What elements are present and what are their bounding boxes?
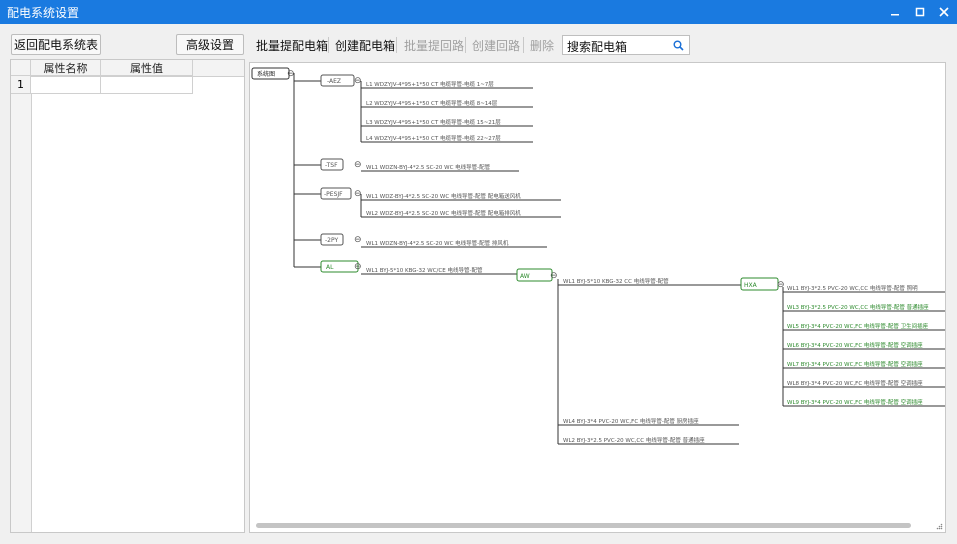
circuit-label[interactable]: WL6 BYJ-3*4 PVC-20 WC,FC 电线导管-配管 空调插座: [787, 341, 923, 349]
circuit-label[interactable]: WL4 BYJ-3*4 PVC-20 WC,FC 电线导管-配管 厨房插座: [563, 417, 699, 425]
node-al-label: AL: [326, 264, 334, 271]
node-tsf[interactable]: -TSF: [320, 158, 344, 171]
node-hxa-label: HXA: [744, 282, 758, 289]
back-to-table-button[interactable]: 返回配电系统表: [11, 34, 101, 55]
search-box[interactable]: 搜索配电箱: [562, 35, 690, 55]
circuit-label[interactable]: WL1 BYJ-5*10 KBG-32 CC 电线导管-配管: [563, 277, 669, 285]
search-icon[interactable]: [673, 40, 684, 51]
window: 配电系统设置 返回配电系统表 高级设置 属性名称 属性值 1 批量提配电箱 创建…: [0, 0, 957, 544]
circuit-label[interactable]: WL8 BYJ-3*4 PVC-20 WC,FC 电线导管-配管 空调插座: [787, 379, 923, 387]
property-grid-header: 属性名称 属性值: [11, 60, 244, 77]
close-button[interactable]: [935, 4, 953, 20]
maximize-button[interactable]: [911, 4, 929, 20]
circuit-label[interactable]: L4 WDZYJV-4*95+1*50 CT 电缆导管-电缆 22~27层: [366, 134, 501, 142]
circuit-label[interactable]: WL2 BYJ-3*2.5 PVC-20 WC,CC 电线导管-配管 普通插座: [563, 436, 705, 444]
cell-name[interactable]: [31, 76, 101, 94]
collapse-toggle-icon[interactable]: ⊖: [354, 189, 362, 199]
col-header-value[interactable]: 属性值: [101, 60, 193, 76]
circuit-label[interactable]: WL5 BYJ-3*4 PVC-20 WC,FC 电线导管-配管 卫生间插座: [787, 322, 929, 330]
col-header-name[interactable]: 属性名称: [31, 60, 101, 76]
node-root[interactable]: 系统图: [251, 67, 290, 80]
tree-connectors: [293, 73, 945, 445]
node-aw-label: AW: [520, 273, 530, 280]
collapse-toggle-icon[interactable]: ⊖: [550, 271, 558, 281]
create-box-button[interactable]: 创建配电箱: [335, 37, 395, 54]
collapse-toggle-icon[interactable]: ⊖: [354, 160, 362, 170]
circuit-label[interactable]: WL1 WDZ-BYJ-4*2.5 SC-20 WC 电线导管-配管 配电箱送风…: [366, 192, 521, 200]
node-hxa[interactable]: HXA: [740, 277, 779, 291]
circuit-label[interactable]: WL1 WDZN-BYJ-4*2.5 SC-20 WC 电线导管-配管 排风机: [366, 239, 509, 247]
node-pesjf[interactable]: -PESJF: [320, 187, 352, 200]
cell-value[interactable]: [101, 76, 193, 94]
node-2py-label: -2PY: [325, 237, 338, 244]
title-bar: 配电系统设置: [0, 0, 957, 24]
diagram-canvas[interactable]: 系统图 ⊖ -AEZ ⊖ L1 WDZYJV-4*95+1*50 CT 电缆导管…: [249, 62, 946, 533]
toolbar-separator: [328, 37, 329, 53]
node-2py[interactable]: -2PY: [320, 233, 344, 246]
circuit-label[interactable]: L2 WDZYJV-4*95+1*50 CT 电缆导管-电缆 8~14层: [366, 99, 498, 107]
circuit-label[interactable]: WL7 BYJ-3*4 PVC-20 WC,FC 电线导管-配管 空调插座: [787, 360, 923, 368]
circuit-label[interactable]: WL1 WDZN-BYJ-4*2.5 SC-20 WC 电线导管-配管: [366, 163, 491, 171]
search-input[interactable]: 搜索配电箱: [567, 38, 627, 55]
row-header-column: [11, 94, 32, 532]
collapse-toggle-icon[interactable]: ⊖: [354, 235, 362, 245]
create-circuit-button[interactable]: 创建回路: [472, 37, 520, 54]
row-number: 1: [11, 76, 31, 94]
circuit-label[interactable]: WL9 BYJ-3*4 PVC-20 WC,FC 电线导管-配管 空调插座: [787, 398, 923, 406]
toolbar-separator: [396, 37, 397, 53]
batch-extract-box-button[interactable]: 批量提配电箱: [256, 37, 328, 54]
circuit-label[interactable]: L1 WDZYJV-4*95+1*50 CT 电缆导管-电缆 1~7层: [366, 80, 494, 88]
circuit-label[interactable]: WL3 BYJ-3*2.5 PVC-20 WC,CC 电线导管-配管 普通插座: [787, 303, 929, 311]
collapse-toggle-icon[interactable]: ⊖: [777, 280, 785, 290]
collapse-toggle-icon[interactable]: ⊖: [287, 69, 295, 79]
maximize-icon: [915, 7, 925, 17]
toolbar-separator: [523, 37, 524, 53]
distribution-tree: 系统图 ⊖ -AEZ ⊖ L1 WDZYJV-4*95+1*50 CT 电缆导管…: [251, 67, 945, 445]
node-aez-label: -AEZ: [327, 78, 341, 85]
minimize-icon: [891, 14, 899, 16]
circuit-label[interactable]: L3 WDZYJV-4*95+1*50 CT 电缆导管-电缆 15~21层: [366, 118, 501, 126]
node-aez[interactable]: -AEZ: [320, 74, 355, 87]
property-grid: 属性名称 属性值 1: [10, 59, 245, 533]
close-icon: [939, 7, 949, 17]
resize-grip-icon[interactable]: [936, 523, 943, 530]
minimize-button[interactable]: [886, 4, 904, 20]
node-tsf-label: -TSF: [325, 162, 338, 169]
advanced-settings-button[interactable]: 高级设置: [176, 34, 244, 55]
circuit-label[interactable]: WL2 WDZ-BYJ-4*2.5 SC-20 WC 电线导管-配管 配电箱排风…: [366, 209, 521, 217]
node-aw[interactable]: AW: [516, 268, 553, 282]
node-pesjf-label: -PESJF: [324, 191, 343, 198]
circuit-label[interactable]: WL1 BYJ-3*2.5 PVC-20 WC,CC 电线导管-配管 照明: [787, 284, 918, 292]
delete-button[interactable]: 删除: [530, 37, 554, 54]
window-title: 配电系统设置: [7, 6, 80, 20]
toolbar-separator: [465, 37, 466, 53]
node-root-label: 系统图: [257, 70, 275, 78]
collapse-toggle-icon[interactable]: ⊖: [354, 262, 362, 272]
batch-extract-circuit-button[interactable]: 批量提回路: [404, 37, 464, 54]
grid-corner: [11, 60, 31, 76]
toolbar: 批量提配电箱 创建配电箱 批量提回路 创建回路 删除 搜索配电箱: [249, 34, 946, 56]
collapse-toggle-icon[interactable]: ⊖: [354, 76, 362, 86]
horizontal-scrollbar[interactable]: [256, 523, 911, 528]
circuit-label[interactable]: WL1 BYJ-5*10 KBG-32 WC/CE 电线导管-配管: [366, 266, 483, 274]
node-al[interactable]: AL: [320, 260, 359, 273]
